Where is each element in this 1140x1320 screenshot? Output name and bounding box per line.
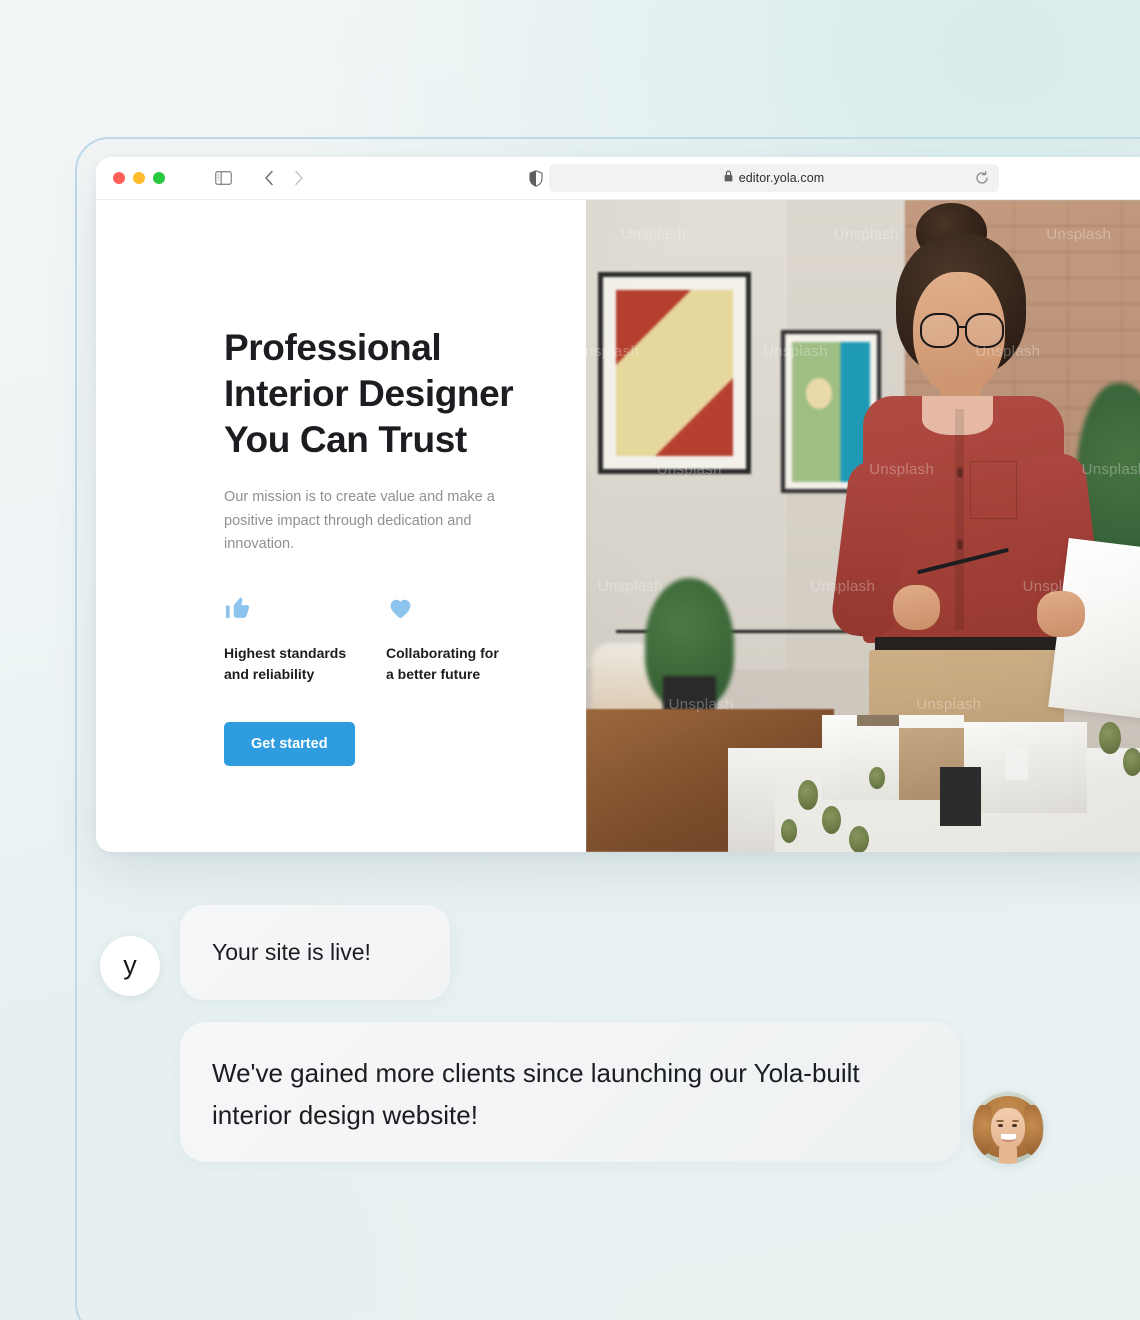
hero-photo: Unsplash Unsplash Unsplash Unsplash Unsp…: [586, 200, 1140, 852]
chat-bubble-user: We've gained more clients since launchin…: [180, 1022, 960, 1162]
chat-bubble-yola: Your site is live!: [180, 905, 450, 1000]
maximize-window-button[interactable]: [153, 172, 165, 184]
address-bar-url: editor.yola.com: [738, 171, 825, 185]
photo-watermark: Unsplash: [975, 343, 1041, 361]
reload-icon[interactable]: [975, 171, 989, 185]
hero-text-column: Professional Interior Designer You Can T…: [96, 200, 586, 852]
feature-item-standards: Highest standards and reliability: [224, 593, 386, 685]
photo-watermark: Unsplash: [597, 578, 663, 596]
photo-watermark: Unsplash: [668, 695, 734, 713]
feature-label: Highest standards and reliability: [224, 644, 347, 682]
website-preview: Professional Interior Designer You Can T…: [96, 200, 1140, 852]
browser-window: editor.yola.com Professional Interior De…: [96, 157, 1140, 852]
get-started-button[interactable]: Get started: [224, 721, 355, 766]
feature-label: Collaborating for a better future: [386, 644, 499, 682]
photo-watermark: Unsplash: [833, 226, 899, 244]
feature-item-collaboration: Collaborating for a better future: [386, 593, 548, 685]
user-photo-avatar: [972, 1092, 1044, 1164]
yola-logo-mark: y: [123, 949, 137, 980]
address-bar[interactable]: editor.yola.com: [549, 164, 999, 192]
photo-watermark: Unsplash: [763, 343, 828, 361]
photo-watermark: Unsplash: [621, 226, 687, 244]
heart-icon: [386, 593, 548, 623]
chat-message-text: Your site is live!: [212, 939, 371, 965]
lock-icon: [724, 169, 733, 187]
wall-art-1: [597, 271, 752, 474]
chat-message-text: We've gained more clients since launchin…: [212, 1058, 860, 1130]
sidebar-toggle-icon[interactable]: [210, 165, 236, 191]
minimize-window-button[interactable]: [133, 172, 145, 184]
chevron-right-icon[interactable]: [286, 165, 312, 191]
photo-watermark: Unsplash: [1022, 578, 1088, 596]
photo-watermark: Unsplash: [1046, 226, 1112, 244]
chevron-left-icon[interactable]: [256, 165, 282, 191]
thumbs-up-icon: [224, 593, 386, 623]
shield-icon[interactable]: [523, 165, 549, 191]
photo-watermark: Unsplash: [869, 460, 935, 478]
browser-toolbar: editor.yola.com: [96, 157, 1140, 200]
close-window-button[interactable]: [113, 172, 125, 184]
photo-watermark: Unsplash: [1081, 460, 1140, 478]
photo-watermark: Unsplash: [1117, 695, 1140, 713]
yola-brand-avatar: y: [100, 936, 160, 996]
hero-subtitle: Our mission is to create value and make …: [224, 489, 495, 552]
photo-watermark: Unsplash: [916, 695, 982, 713]
feature-list: Highest standards and reliability Collab…: [224, 593, 586, 685]
hero-title: Professional Interior Designer You Can T…: [224, 327, 514, 460]
photo-watermark: Unsplash: [810, 578, 876, 596]
photo-watermark: Unsplash: [586, 343, 640, 361]
photo-watermark: Unsplash: [656, 460, 722, 478]
window-controls: [113, 172, 165, 184]
